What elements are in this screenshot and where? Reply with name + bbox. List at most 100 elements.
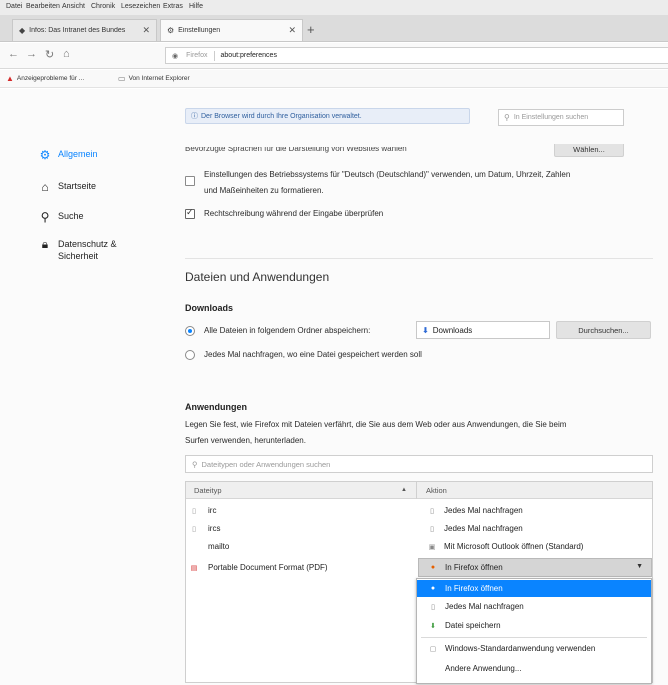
row-type: irc xyxy=(208,506,217,515)
option-label: Jedes Mal nachfragen xyxy=(445,602,524,611)
save-icon: ⬇ xyxy=(430,622,436,630)
menu-extras[interactable]: Extras xyxy=(163,3,183,10)
applications-heading: Anwendungen xyxy=(185,402,247,412)
bookmark-label: Anzeigeprobleme für ... xyxy=(16,75,85,82)
url-bar[interactable]: ◉ Firefox about:preferences xyxy=(165,47,668,64)
row-action-label: In Firefox öffnen xyxy=(445,563,503,572)
tab-intranet[interactable]: ◆ Infos: Das Intranet des Bundes ✕ xyxy=(12,19,157,41)
sidebar-item-startseite[interactable]: ⌂ Startseite xyxy=(37,181,96,193)
table-header: Dateityp ▲ Aktion xyxy=(186,482,652,499)
bookmark-label: Von Internet Explorer xyxy=(128,75,190,82)
sidebar-item-datenschutz[interactable]: 🔒︎ Datenschutz & Sicherheit xyxy=(37,238,147,262)
dropdown-option-save-file[interactable]: ⬇ Datei speichern xyxy=(417,617,651,634)
tab-label: Einstellungen xyxy=(178,27,221,34)
url-text[interactable]: about:preferences xyxy=(221,52,277,59)
managed-notice[interactable]: ⓘ Der Browser wird durch Ihre Organisati… xyxy=(185,108,470,124)
handlers-table: Dateityp ▲ Aktion ▯ irc ▯ ircs mailto ▤ … xyxy=(185,481,653,684)
outlook-icon: ▣ xyxy=(428,543,436,551)
bookmarks-bar: ▲ Anzeigeprobleme für ... ▭ Von Internet… xyxy=(0,70,668,88)
search-icon: ⚲ xyxy=(504,113,510,122)
adobe-icon: ▲ xyxy=(6,74,14,83)
choose-languages-label: Wählen... xyxy=(573,144,605,154)
menu-separator xyxy=(421,637,647,638)
forward-icon[interactable]: → xyxy=(26,48,37,60)
applications-desc-2: Surfen verwenden, herunterladen. xyxy=(185,436,306,445)
filter-content-types-input[interactable]: ⚲ Dateitypen oder Anwendungen suchen xyxy=(185,455,653,473)
table-row[interactable]: ▤ Portable Document Format (PDF) xyxy=(186,559,416,576)
close-icon[interactable]: ✕ xyxy=(142,25,150,36)
chevron-down-icon[interactable]: ▼ xyxy=(636,563,643,570)
sidebar-item-suche[interactable]: ⚲ Suche xyxy=(37,211,84,223)
action-dropdown[interactable]: ● In Firefox öffnen ▼ xyxy=(418,558,652,577)
browse-button[interactable]: Durchsuchen... xyxy=(556,321,651,339)
always-ask-radio[interactable] xyxy=(185,350,195,360)
generic-file-icon: ▯ xyxy=(430,525,434,533)
download-arrow-icon: ⬇ xyxy=(422,325,429,335)
table-row[interactable]: ▯ irc xyxy=(186,502,416,519)
tab-einstellungen[interactable]: ⚙ Einstellungen ✕ xyxy=(160,19,303,41)
menu-ansicht[interactable]: Ansicht xyxy=(62,3,85,10)
col-header-action[interactable]: Aktion xyxy=(426,486,447,495)
menu-datei[interactable]: Datei xyxy=(6,3,22,10)
menu-hilfe[interactable]: Hilfe xyxy=(189,3,203,10)
spellcheck-checkbox[interactable] xyxy=(185,207,195,219)
option-label: In Firefox öffnen xyxy=(445,584,503,593)
dropdown-option-other-app[interactable]: Andere Anwendung... xyxy=(417,660,651,677)
windows-app-icon: ▢ xyxy=(429,645,437,653)
sidebar-item-label: Allgemein xyxy=(58,149,98,159)
dropdown-option-firefox[interactable]: ● In Firefox öffnen xyxy=(417,580,651,597)
action-dropdown-menu: ● In Firefox öffnen ▯ Jedes Mal nachfrag… xyxy=(416,578,652,684)
os-locale-label-1: Einstellungen des Betriebssystems für "D… xyxy=(204,170,571,179)
table-row[interactable]: mailto xyxy=(186,538,416,555)
sidebar-item-label: Datenschutz & Sicherheit xyxy=(58,239,117,261)
tab-label: Infos: Das Intranet des Bundes xyxy=(29,27,126,34)
search-settings-input[interactable]: ⚲ In Einstellungen suchen xyxy=(498,109,624,126)
gear-icon: ⚙ xyxy=(167,26,175,35)
home-icon[interactable]: ⌂ xyxy=(63,48,70,60)
dropdown-option-always-ask[interactable]: ▯ Jedes Mal nachfragen xyxy=(417,598,651,615)
dropdown-option-windows-default[interactable]: ▢ Windows-Standardanwendung verwenden xyxy=(417,640,651,657)
gear-icon: ⚙ xyxy=(39,148,51,162)
new-tab-icon[interactable]: + xyxy=(307,22,315,37)
bookmark-anzeigeprobleme[interactable]: ▲ Anzeigeprobleme für ... xyxy=(6,74,84,83)
home-icon: ⌂ xyxy=(41,180,49,194)
generic-file-icon: ▯ xyxy=(192,525,196,533)
option-label: Datei speichern xyxy=(445,621,501,630)
row-action[interactable]: ▯ Jedes Mal nachfragen xyxy=(418,502,652,519)
download-folder-field[interactable]: ⬇ Downloads xyxy=(416,321,550,339)
reload-icon[interactable]: ↻ xyxy=(45,48,54,61)
menu-bearbeiten[interactable]: Bearbeiten xyxy=(26,3,60,10)
applications-desc-1: Legen Sie fest, wie Firefox mit Dateien … xyxy=(185,420,567,429)
generic-file-icon: ▯ xyxy=(431,603,435,611)
col-header-type[interactable]: Dateityp xyxy=(194,486,222,495)
info-icon: ⓘ xyxy=(191,113,198,120)
generic-file-icon: ▯ xyxy=(430,507,434,515)
os-locale-checkbox[interactable] xyxy=(185,176,195,186)
sort-icon[interactable]: ▲ xyxy=(401,487,407,493)
browse-label: Durchsuchen... xyxy=(578,325,629,335)
search-placeholder: In Einstellungen suchen xyxy=(513,114,589,121)
menu-lesezeichen[interactable]: Lesezeichen xyxy=(121,3,160,10)
search-icon: ⚲ xyxy=(192,459,198,469)
row-type: Portable Document Format (PDF) xyxy=(208,563,328,572)
row-action[interactable]: ▣ Mit Microsoft Outlook öffnen (Standard… xyxy=(418,538,652,555)
menu-chronik[interactable]: Chronik xyxy=(91,3,115,10)
firefox-identity-icon[interactable]: ◉ xyxy=(172,52,178,60)
back-icon[interactable]: ← xyxy=(8,48,19,60)
option-label: Andere Anwendung... xyxy=(445,664,522,673)
generic-file-icon: ▯ xyxy=(192,507,196,515)
column-divider[interactable] xyxy=(416,482,417,499)
downloads-heading: Downloads xyxy=(185,303,234,313)
navigation-bar: ← → ↻ ⌂ ◉ Firefox about:preferences xyxy=(0,43,668,69)
table-row[interactable]: ▯ ircs xyxy=(186,520,416,537)
row-action-label: Mit Microsoft Outlook öffnen (Standard) xyxy=(444,542,584,551)
row-action[interactable]: ▯ Jedes Mal nachfragen xyxy=(418,520,652,537)
sidebar-item-allgemein[interactable]: ⚙ Allgemein xyxy=(37,149,98,161)
os-locale-label-2: und Maßeinheiten zu formatieren. xyxy=(204,186,324,195)
save-to-folder-radio[interactable] xyxy=(185,326,195,336)
bookmark-folder-ie[interactable]: ▭ Von Internet Explorer xyxy=(118,74,190,83)
option-label: Windows-Standardanwendung verwenden xyxy=(445,644,596,653)
close-icon[interactable]: ✕ xyxy=(288,25,296,36)
firefox-icon: ● xyxy=(430,564,436,571)
download-folder-name: Downloads xyxy=(432,325,473,335)
